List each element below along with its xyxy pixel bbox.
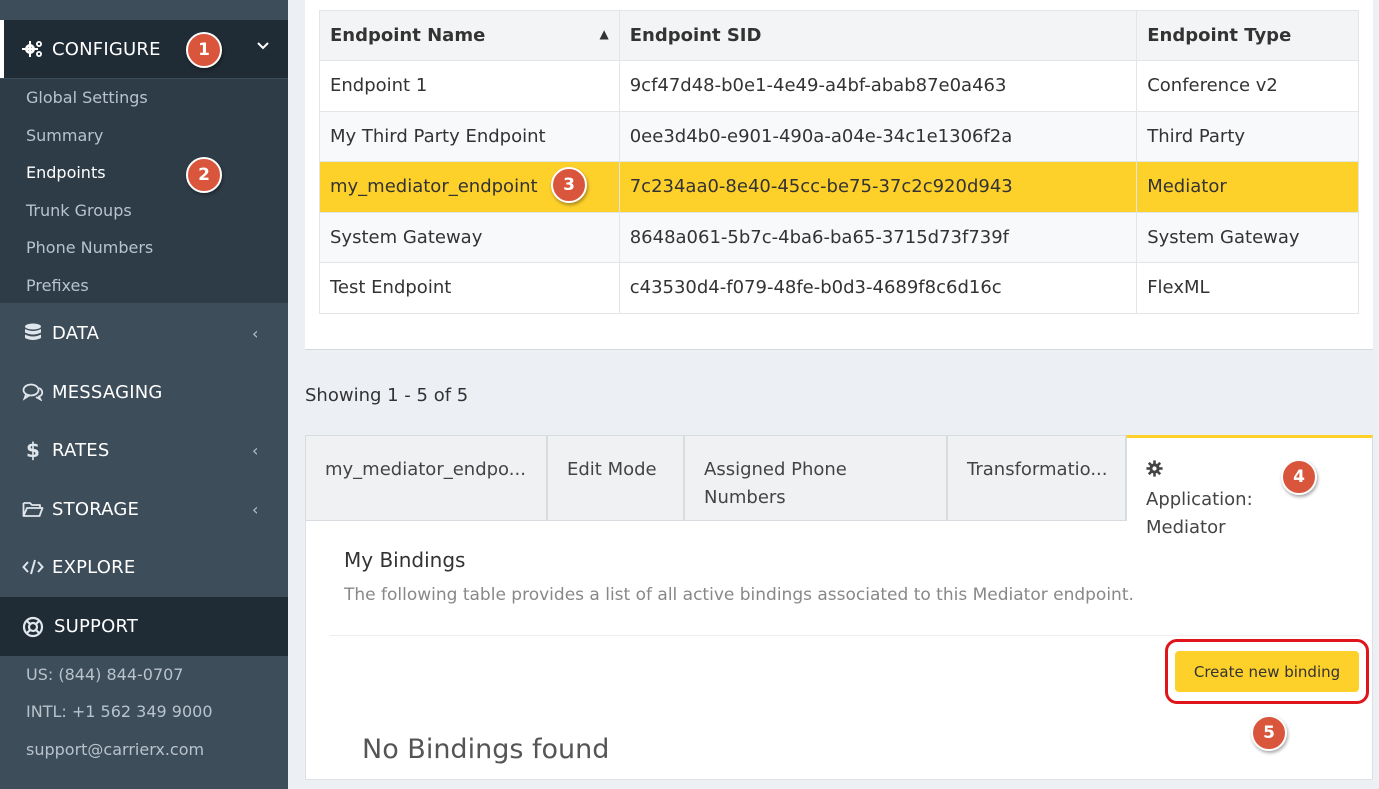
gears-icon [22,38,44,60]
sidebar-subitem-endpoints[interactable]: Endpoints [26,163,106,182]
sidebar-item-label: MESSAGING [52,381,163,403]
endpoint-sid-cell: 9cf47d48-b0e1-4e49-a4bf-abab87e0a463 [618,60,1138,112]
support-email[interactable]: support@carrierx.com [26,740,204,759]
step-marker-4: 4 [1281,459,1317,495]
table-row[interactable]: My Third Party Endpoint 0ee3d4b0-e901-49… [319,110,1359,162]
chat-icon [22,381,44,403]
sidebar-item-label: CONFIGURE [52,38,161,60]
chevron-left-icon: ‹ [252,499,259,519]
sidebar-item-label: DATA [52,322,100,344]
tab-label: my_mediator_endpo... [325,459,526,480]
tab-application-mediator[interactable]: Application: Mediator [1126,435,1373,538]
gear-icon [1146,458,1163,486]
endpoint-type-cell: FlexML [1136,262,1359,314]
sidebar-item-label: RATES [52,439,110,461]
column-header-label: Endpoint Name [330,25,486,46]
tab-edit-mode[interactable]: Edit Mode [547,435,684,521]
folder-icon [22,498,44,520]
endpoint-name-cell: Test Endpoint [319,262,620,314]
tab-endpoint-name[interactable]: my_mediator_endpo... [305,435,547,521]
table-row[interactable]: Endpoint 1 9cf47d48-b0e1-4e49-a4bf-abab8… [319,60,1359,112]
sidebar-item-rates[interactable]: $ RATES ‹ [0,421,288,479]
sidebar-item-label: STORAGE [52,498,140,520]
tab-label: Transformatio... [967,459,1108,480]
table-row[interactable]: System Gateway 8648a061-5b7c-4ba6-ba65-3… [319,211,1359,263]
endpoint-type-cell: Mediator [1136,161,1359,213]
tab-divider [305,520,1125,521]
sidebar-item-data[interactable]: DATA ‹ [0,304,288,362]
section-divider [330,635,1360,636]
endpoint-name-cell: My Third Party Endpoint [319,110,620,162]
endpoint-type-cell: Third Party [1136,110,1359,162]
tab-assigned-phone-numbers[interactable]: Assigned Phone Numbers [684,435,947,521]
lifebuoy-icon [22,616,44,638]
sidebar-item-messaging[interactable]: MESSAGING [0,363,288,421]
endpoint-name-cell: System Gateway [319,211,620,263]
sidebar-subitem-phone-numbers[interactable]: Phone Numbers [26,238,153,257]
sidebar-item-label: EXPLORE [52,556,136,578]
highlight-ring [1165,639,1369,704]
sort-ascending-icon: ▲ [599,27,609,41]
step-marker-5: 5 [1251,715,1287,751]
bindings-title: My Bindings [344,548,466,572]
sidebar-subitem-global-settings[interactable]: Global Settings [26,88,148,107]
sidebar-top [0,0,288,20]
endpoint-type-cell: Conference v2 [1136,60,1359,112]
sidebar-subitem-summary[interactable]: Summary [26,126,103,145]
endpoint-sid-cell: 0ee3d4b0-e901-490a-a04e-34c1e1306f2a [618,110,1138,162]
step-marker-2: 2 [186,157,222,193]
endpoint-sid-cell: c43530d4-f079-48fe-b0d3-4689f8c6d16c [618,262,1138,314]
tab-label: Assigned Phone Numbers [704,459,847,508]
sidebar-item-support[interactable]: SUPPORT [0,597,288,656]
table-row[interactable]: Test Endpoint c43530d4-f079-48fe-b0d3-46… [319,262,1359,314]
sidebar-item-explore[interactable]: EXPLORE [0,538,288,596]
chevron-left-icon: ‹ [252,323,259,343]
endpoints-table: Endpoint Name ▲ Endpoint SID Endpoint Typ… [319,10,1359,314]
endpoint-type-cell: System Gateway [1136,211,1359,263]
step-marker-1: 1 [186,32,222,68]
table-row-selected[interactable]: my_mediator_endpoint 7c234aa0-8e40-45cc-… [319,161,1359,213]
configure-submenu [0,79,288,303]
sidebar-subitem-prefixes[interactable]: Prefixes [26,276,89,295]
empty-state-message: No Bindings found [362,734,610,765]
sidebar-item-configure[interactable]: CONFIGURE [0,20,288,78]
dollar-icon: $ [26,438,40,462]
column-header-endpoint-type[interactable]: Endpoint Type [1136,10,1359,61]
endpoint-name-cell: Endpoint 1 [319,60,620,112]
sidebar-item-storage[interactable]: STORAGE ‹ [0,480,288,538]
sidebar: CONFIGURE Global Settings Summary Endpoi… [0,0,288,789]
tab-label: Edit Mode [567,459,657,480]
bindings-description: The following table provides a list of a… [344,585,1134,605]
chevron-down-icon [256,38,270,57]
pagination-summary: Showing 1 - 5 of 5 [305,385,469,406]
column-header-endpoint-sid[interactable]: Endpoint SID [618,10,1138,61]
table-header-row: Endpoint Name ▲ Endpoint SID Endpoint Typ… [319,10,1359,61]
endpoint-sid-cell: 8648a061-5b7c-4ba6-ba65-3715d73f739f [618,211,1138,263]
column-header-endpoint-name[interactable]: Endpoint Name ▲ [319,10,620,61]
tab-transformations[interactable]: Transformatio... [947,435,1126,521]
support-phone-us: US: (844) 844-0707 [26,665,184,684]
sidebar-subitem-trunk-groups[interactable]: Trunk Groups [26,201,132,220]
endpoint-sid-cell: 7c234aa0-8e40-45cc-be75-37c2c920d943 [618,161,1138,213]
chevron-left-icon: ‹ [252,440,259,460]
code-icon [22,556,44,578]
support-phone-intl: INTL: +1 562 349 9000 [26,702,213,721]
step-marker-3: 3 [551,167,587,203]
database-icon [22,322,44,344]
sidebar-item-label: SUPPORT [54,616,139,637]
